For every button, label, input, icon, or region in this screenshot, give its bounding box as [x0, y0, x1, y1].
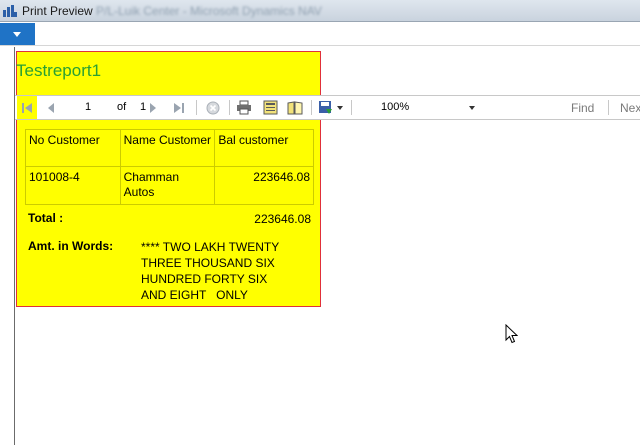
next-page-icon	[148, 102, 158, 114]
words-line: **** TWO LAKH TWENTY	[141, 240, 280, 254]
next-page-button[interactable]	[145, 96, 161, 119]
window-title-suffix: P/L-Luik Center - Microsoft Dynamics NAV	[96, 4, 322, 18]
chevron-down-icon	[13, 32, 21, 37]
words-line: HUNDRED FORTY SIX	[141, 272, 268, 286]
window-title: Print Preview	[22, 4, 93, 18]
zoom-value: 100%	[381, 101, 410, 113]
print-layout-button[interactable]	[285, 96, 305, 119]
page-of-label: of	[117, 101, 127, 113]
report-title: Testreport1	[16, 61, 102, 80]
print-button[interactable]	[234, 96, 254, 119]
amount-in-words-value: **** TWO LAKH TWENTY THREE THOUSAND SIX …	[141, 239, 311, 303]
page-setup-icon	[263, 100, 278, 115]
title-bar: Print Preview P/L-Luik Center - Microsof…	[0, 0, 640, 22]
menu-strip	[0, 22, 640, 46]
words-line: AND EIGHT ONLY	[141, 288, 248, 302]
total-label: Total :	[28, 211, 64, 225]
customer-table: No Customer Name Customer Bal customer 1…	[25, 129, 314, 205]
print-layout-icon	[287, 100, 303, 115]
amount-in-words-label: Amt. in Words:	[28, 239, 114, 253]
previous-page-button[interactable]	[43, 96, 59, 119]
find-link[interactable]: Find	[571, 101, 594, 115]
first-page-icon	[21, 102, 33, 114]
page-setup-button[interactable]	[260, 96, 280, 119]
chevron-down-icon	[337, 105, 343, 110]
export-icon	[318, 100, 333, 115]
chevron-down-icon	[469, 106, 475, 110]
last-page-button[interactable]	[170, 96, 188, 119]
previous-page-icon	[46, 102, 56, 114]
export-dropdown[interactable]	[335, 96, 345, 119]
table-row: 101008-4 Chamman Autos 223646.08	[25, 166, 314, 205]
first-page-button[interactable]	[17, 96, 37, 119]
export-button[interactable]	[315, 96, 335, 119]
toolbar-separator	[351, 100, 352, 115]
toolbar-separator	[229, 100, 230, 115]
table-cell: 223646.08	[214, 166, 314, 205]
app-icon	[3, 4, 17, 17]
words-line: THREE THOUSAND SIX	[141, 256, 275, 270]
toolbar-separator	[311, 100, 312, 115]
stop-icon	[206, 101, 220, 115]
column-header: No Customer	[25, 129, 121, 167]
zoom-select[interactable]: 100%	[377, 98, 479, 117]
column-header: Name Customer	[119, 129, 216, 167]
table-header-row: No Customer Name Customer Bal customer	[25, 129, 314, 167]
mouse-pointer-icon	[505, 323, 519, 349]
stop-button[interactable]	[203, 96, 223, 119]
table-cell: Chamman Autos	[119, 166, 216, 205]
application-menu-button[interactable]	[0, 23, 35, 45]
report-toolbar: 1 of 1 100% Find Nex	[15, 95, 640, 120]
print-icon	[236, 100, 252, 115]
page-number-input[interactable]: 1	[85, 99, 107, 116]
toolbar-separator	[196, 100, 197, 115]
last-page-icon	[173, 102, 185, 114]
toolbar-separator	[608, 100, 609, 115]
total-value: 223646.08	[254, 212, 311, 226]
column-header: Bal customer	[214, 129, 314, 167]
table-cell: 101008-4	[25, 166, 121, 205]
next-link[interactable]: Next	[620, 101, 640, 115]
